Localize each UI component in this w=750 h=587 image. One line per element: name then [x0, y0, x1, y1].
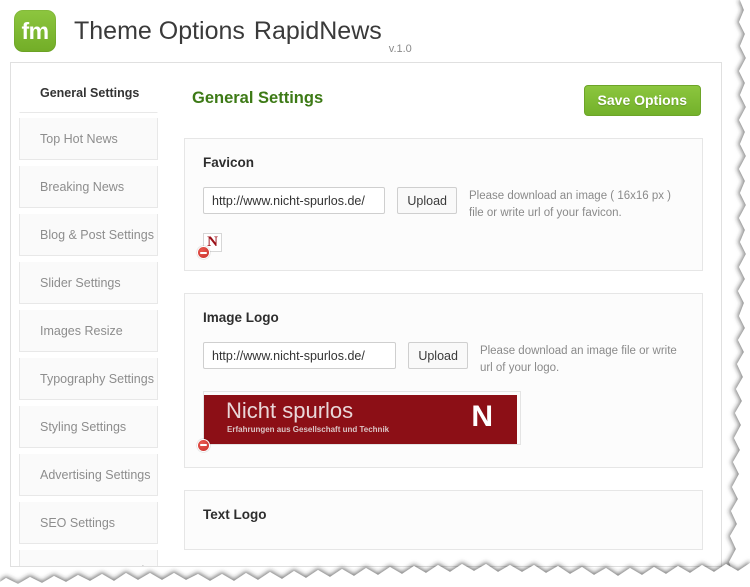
sidebar-item-label: Advertising Settings — [40, 467, 151, 482]
sidebar-item-breaking-news[interactable]: Breaking News — [19, 166, 158, 208]
sidebar-item-label: Styling Settings — [40, 419, 127, 434]
content-header: General Settings Save Options — [184, 85, 703, 116]
brand-logo-text: fm — [21, 17, 49, 44]
sidebar-item-label: Slider Settings — [40, 275, 121, 290]
sidebar-item-blog-post-settings[interactable]: Blog & Post Settings — [19, 214, 158, 256]
sidebar-item-label: SEO Settings — [40, 515, 116, 530]
sidebar-item-label: Blog & Post Settings — [40, 227, 154, 242]
sidebar-item-seo-settings[interactable]: SEO Settings — [19, 502, 158, 544]
text-logo-section: Text Logo — [184, 489, 703, 550]
remove-favicon-icon[interactable] — [197, 246, 210, 260]
torn-edge-right — [720, 0, 750, 587]
page-title: Theme Options — [74, 16, 245, 45]
image-logo-section-title: Image Logo — [203, 310, 279, 326]
brand-logo-icon: fm — [14, 10, 56, 52]
sidebar-item-label: Typography Settings — [40, 371, 154, 386]
image-logo-preview: Nicht spurlos Erfahrungen aus Gesellscha… — [197, 390, 521, 452]
image-logo-url-input[interactable] — [203, 342, 397, 370]
sidebar-item-label: General Settings — [40, 85, 140, 100]
image-logo-section: Image Logo Upload Please download an ima… — [184, 293, 703, 468]
text-logo-section-title: Text Logo — [203, 506, 267, 522]
sidebar-item-top-hot-news[interactable]: Top Hot News — [19, 118, 158, 160]
favicon-section-title: Favicon — [203, 155, 255, 170]
logo-banner-mark: N — [471, 399, 493, 433]
sidebar-item-advertising-settings[interactable]: Advertising Settings — [19, 454, 158, 496]
image-logo-help-text: Please download an image file or write u… — [479, 345, 677, 375]
save-options-button[interactable]: Save Options — [583, 85, 701, 116]
screenshot-root: fm Theme Options RapidNews v.1.0 General… — [0, 0, 750, 587]
sidebar-item-label: Breaking News — [40, 179, 125, 194]
settings-content: General Settings Save Options Favicon Up… — [166, 63, 721, 566]
remove-image-logo-icon[interactable] — [197, 438, 210, 452]
favicon-url-input[interactable] — [203, 187, 386, 214]
sidebar-item-label: Images Resize — [40, 323, 123, 338]
app-header: fm Theme Options RapidNews v.1.0 — [0, 0, 722, 62]
favicon-preview: N — [197, 233, 222, 260]
image-logo-upload-button[interactable]: Upload — [408, 342, 468, 370]
sidebar-item-contact-page-setting[interactable]: Contact Page Setting — [19, 550, 158, 567]
logo-banner-image: Nicht spurlos Erfahrungen aus Gesellscha… — [204, 394, 517, 444]
content-title: General Settings — [192, 89, 324, 107]
sidebar-item-images-resize[interactable]: Images Resize — [19, 310, 158, 352]
settings-sidebar: General Settings Top Hot News Breaking N… — [11, 63, 166, 567]
theme-name: RapidNews — [253, 16, 382, 45]
sidebar-item-slider-settings[interactable]: Slider Settings — [19, 262, 158, 304]
favicon-field-row: Upload Please download an image ( 16x16 … — [203, 187, 684, 221]
sidebar-item-general-settings[interactable]: General Settings — [19, 73, 158, 113]
logo-banner-subtitle: Erfahrungen aus Gesellschaft und Technik — [227, 424, 390, 434]
logo-banner-title: Nicht spurlos — [226, 397, 354, 423]
sidebar-item-label: Top Hot News — [40, 131, 118, 146]
image-logo-field-row: Upload Please download an image file or … — [203, 342, 684, 376]
sidebar-item-styling-settings[interactable]: Styling Settings — [19, 406, 158, 448]
favicon-section: Favicon Upload Please download an image … — [184, 138, 703, 272]
favicon-help-text: Please download an image ( 16x16 px ) fi… — [469, 190, 672, 219]
sidebar-item-typography-settings[interactable]: Typography Settings — [19, 358, 158, 400]
theme-version: v.1.0 — [388, 43, 412, 55]
options-panel: General Settings Top Hot News Breaking N… — [10, 62, 722, 567]
favicon-upload-button[interactable]: Upload — [397, 187, 457, 214]
sidebar-item-label: Contact Page Setting — [40, 564, 158, 567]
